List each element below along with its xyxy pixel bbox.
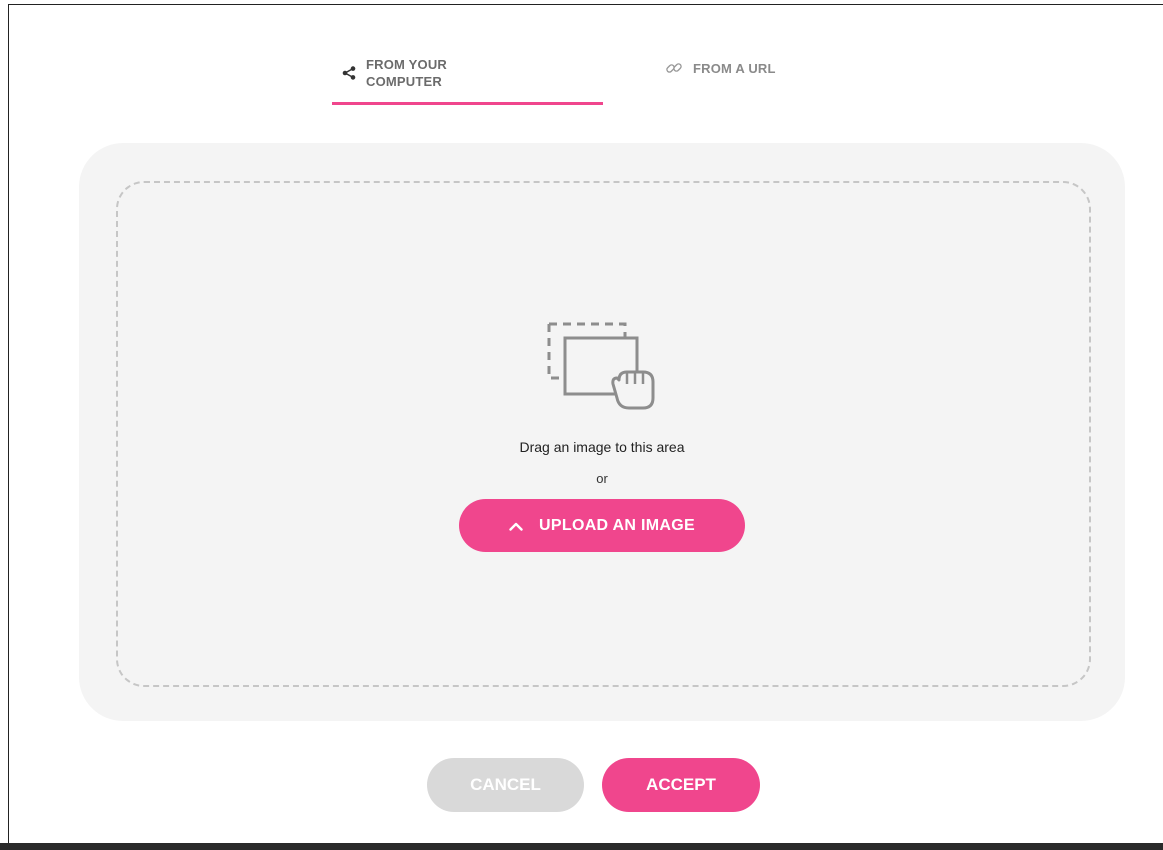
- or-separator: or: [596, 471, 608, 486]
- source-tabs: FROM YOUR COMPUTER FROM A URL: [0, 0, 1163, 110]
- tab-from-computer-label: FROM YOUR COMPUTER: [366, 57, 448, 89]
- tab-from-url[interactable]: FROM A URL: [665, 52, 776, 84]
- drag-instruction: Drag an image to this area: [519, 439, 685, 455]
- window-bottom-edge: [0, 843, 1163, 850]
- cancel-button[interactable]: CANCEL: [427, 758, 584, 812]
- share-icon: [342, 66, 356, 80]
- upload-image-button[interactable]: UPLOAD AN IMAGE: [459, 499, 745, 552]
- drop-zone[interactable]: [116, 181, 1091, 687]
- accept-button[interactable]: ACCEPT: [602, 758, 760, 812]
- drag-image-icon: [543, 318, 659, 417]
- link-icon: [665, 59, 683, 77]
- upload-image-label: UPLOAD AN IMAGE: [539, 516, 695, 534]
- active-tab-indicator: [332, 102, 603, 105]
- tab-from-url-label: FROM A URL: [693, 60, 776, 76]
- tab-from-computer[interactable]: FROM YOUR COMPUTER: [342, 44, 602, 102]
- drop-panel: [79, 143, 1125, 721]
- chevron-up-icon: [509, 521, 523, 531]
